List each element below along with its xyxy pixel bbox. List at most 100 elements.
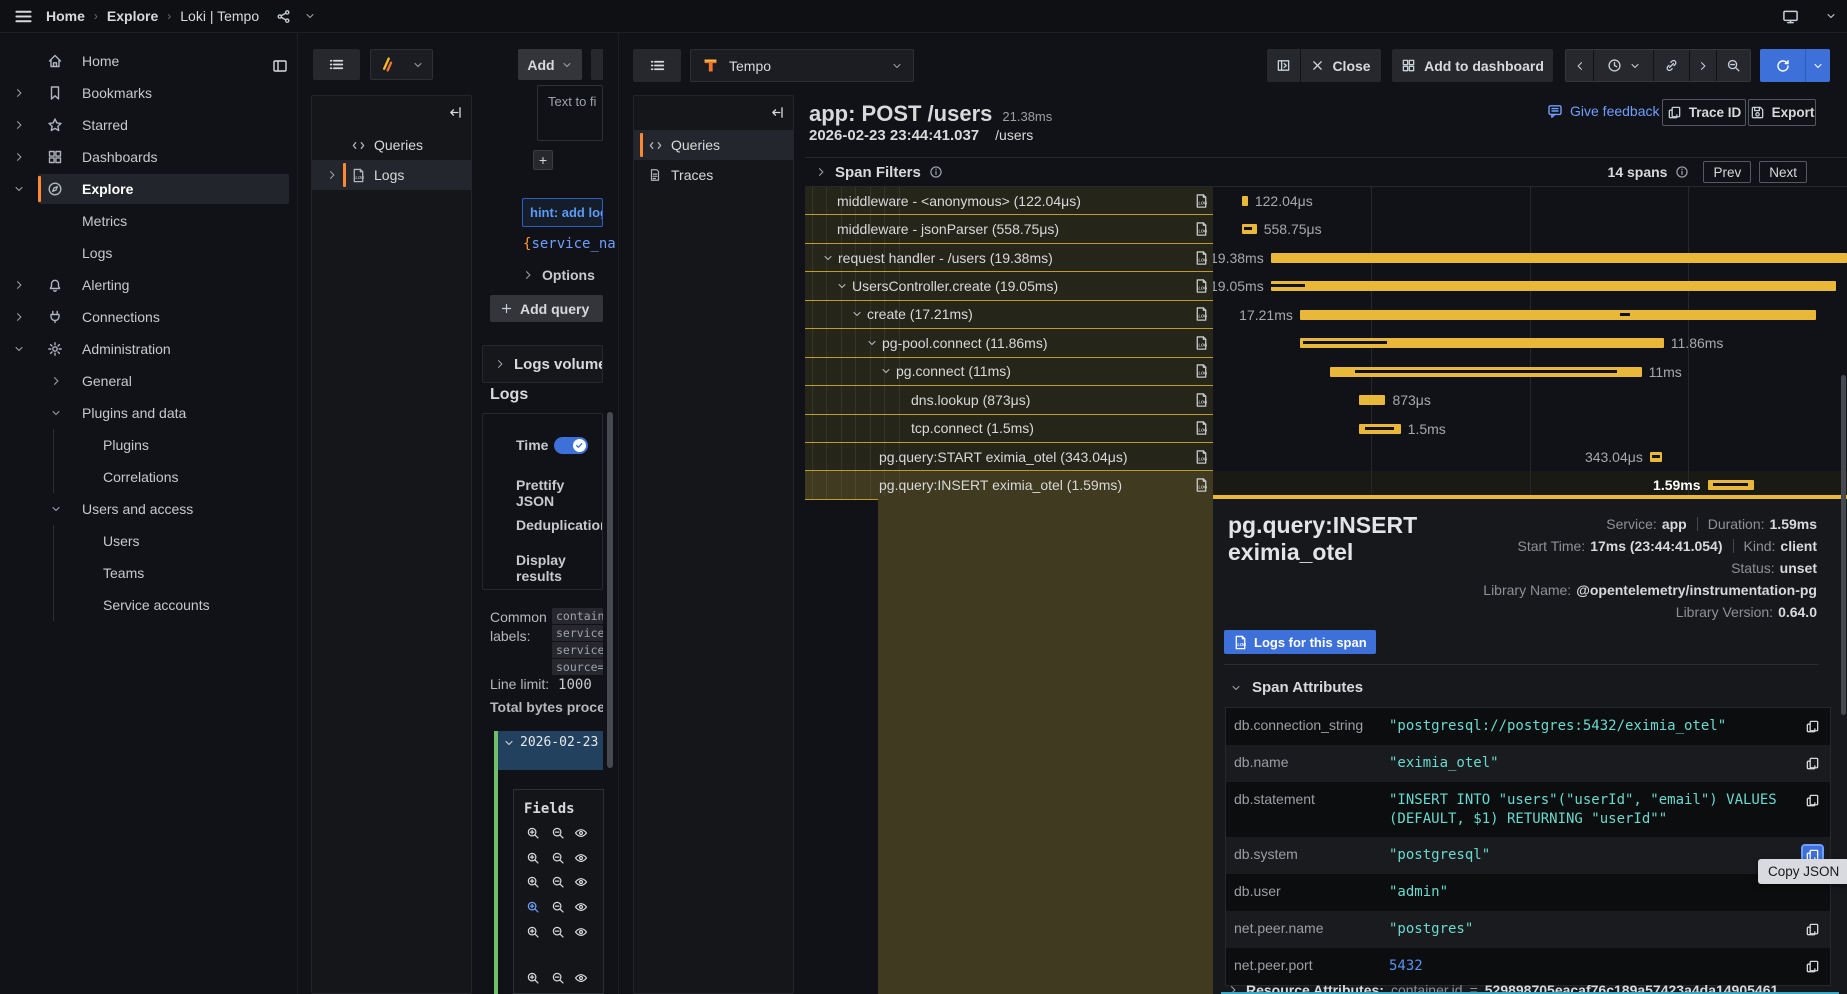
sidebar-item-correlations[interactable]: Correlations	[0, 461, 297, 493]
time-toggle[interactable]	[554, 437, 588, 454]
toggle-visibility-icon[interactable]	[574, 900, 588, 914]
span-logs-icon[interactable]: LOG	[1191, 279, 1209, 294]
loki-query-history-button[interactable]	[313, 49, 360, 80]
filter-for-value-icon[interactable]	[526, 925, 540, 939]
span-duration-bar[interactable]	[1708, 480, 1754, 490]
span-row[interactable]: pg.query:START eximia_otel (343.04μs)LOG…	[805, 443, 1847, 471]
span-duration-bar[interactable]	[1330, 367, 1641, 377]
copy-value-icon[interactable]	[1803, 754, 1822, 773]
sidebar-item-alerting[interactable]: Alerting	[0, 269, 297, 301]
filter-out-value-icon[interactable]	[551, 875, 565, 889]
chevron-down-icon[interactable]	[822, 252, 834, 264]
copy-link-button[interactable]	[1653, 50, 1689, 81]
give-feedback-link[interactable]: Give feedback	[1547, 103, 1660, 119]
breadcrumb-home[interactable]: Home	[46, 8, 85, 24]
span-duration-bar[interactable]	[1300, 310, 1816, 320]
menu-icon[interactable]	[14, 7, 33, 26]
chevron-down-icon[interactable]	[304, 10, 316, 22]
close-split-button[interactable]: ,Close	[1300, 49, 1381, 82]
span-logs-icon[interactable]: LOG	[1191, 193, 1209, 208]
chevron-down-icon[interactable]	[866, 337, 878, 349]
span-duration-bar[interactable]	[1271, 253, 1847, 263]
clipped-toolbar-button[interactable]	[591, 49, 603, 80]
sidebar-item-bookmarks[interactable]: Bookmarks	[0, 77, 297, 109]
widen-pane-button[interactable]	[1267, 49, 1300, 82]
span-row[interactable]: pg.connect (11ms)LOG11ms	[805, 358, 1847, 386]
span-logs-icon[interactable]: LOG	[1191, 449, 1209, 464]
chevron-down-icon[interactable]	[851, 308, 863, 320]
chevron-down-icon[interactable]	[13, 343, 25, 355]
sidebar-item-logs[interactable]: Logs	[0, 237, 297, 269]
span-duration-bar[interactable]	[1359, 424, 1401, 434]
chevron-right-icon[interactable]	[326, 169, 338, 181]
filter-out-value-icon[interactable]	[551, 900, 565, 914]
chevron-right-icon[interactable]	[13, 311, 25, 323]
sidebar-item-users[interactable]: Users	[0, 525, 297, 557]
prev-span-button[interactable]: Prev	[1703, 161, 1751, 183]
run-query-button[interactable]	[1760, 49, 1805, 82]
span-row[interactable]: request handler - /users (19.38ms)LOG19.…	[805, 244, 1847, 272]
span-logs-icon[interactable]: LOG	[1191, 250, 1209, 265]
sidebar-item-connections[interactable]: Connections	[0, 301, 297, 333]
sidebar-item-general[interactable]: General	[0, 365, 297, 397]
pane-nav-queries[interactable]: Queries	[312, 130, 471, 160]
zoom-out-range-button[interactable]	[1716, 50, 1750, 81]
span-logs-icon[interactable]: LOG	[1191, 478, 1209, 493]
toggle-visibility-icon[interactable]	[574, 971, 588, 985]
add-to-dashboard-button[interactable]: Add to dashboard	[1392, 49, 1553, 82]
span-logs-icon[interactable]: LOG	[1191, 392, 1209, 407]
chevron-right-icon[interactable]	[13, 151, 25, 163]
span-row[interactable]: dns.lookup (873μs)LOG873μs	[805, 386, 1847, 414]
chevron-right-icon[interactable]	[13, 87, 25, 99]
span-row[interactable]: middleware - jsonParser (558.75μs)LOG558…	[805, 215, 1847, 243]
share-icon[interactable]	[276, 9, 291, 24]
sidebar-item-plugins-and-data[interactable]: Plugins and data	[0, 397, 297, 429]
export-button[interactable]: Export	[1748, 99, 1816, 126]
trace-scrollbar[interactable]	[1841, 375, 1846, 715]
span-logs-icon[interactable]: LOG	[1191, 222, 1209, 237]
dock-sidebar-icon[interactable]	[272, 58, 288, 74]
filter-out-value-icon[interactable]	[551, 971, 565, 985]
span-duration-bar[interactable]	[1242, 224, 1257, 234]
filter-out-value-icon[interactable]	[551, 925, 565, 939]
breadcrumb-explore[interactable]: Explore	[107, 8, 158, 24]
loki-pane-scrollbar[interactable]	[607, 412, 613, 768]
chevron-down-icon[interactable]	[1825, 10, 1837, 22]
sidebar-item-administration[interactable]: Administration	[0, 333, 297, 365]
sidebar-item-teams[interactable]: Teams	[0, 557, 297, 589]
pane-nav-traces[interactable]: Traces	[634, 160, 793, 190]
query-hint-chip[interactable]: hint: add log	[522, 198, 603, 227]
sidebar-item-metrics[interactable]: Metrics	[0, 205, 297, 237]
pane-nav-queries[interactable]: Queries	[634, 130, 793, 160]
collapse-pane-icon[interactable]	[770, 105, 785, 120]
screen-share-icon[interactable]	[1782, 8, 1799, 25]
span-row[interactable]: pg-pool.connect (11.86ms)LOG11.86ms	[805, 329, 1847, 357]
copy-value-icon[interactable]	[1803, 957, 1822, 976]
filter-for-value-icon[interactable]	[526, 826, 540, 840]
pane-nav-logs[interactable]: LOGLogs	[312, 160, 471, 190]
toggle-visibility-icon[interactable]	[574, 925, 588, 939]
add-query-button[interactable]: Add query	[490, 295, 603, 322]
copy-value-icon[interactable]	[1803, 791, 1822, 810]
text-to-find-input[interactable]: Text to fi	[537, 85, 603, 141]
span-duration-bar[interactable]	[1359, 395, 1386, 405]
chevron-right-icon[interactable]	[13, 279, 25, 291]
sidebar-item-service-accounts[interactable]: Service accounts	[0, 589, 297, 621]
trace-id-button[interactable]: Trace ID	[1662, 99, 1746, 126]
span-logs-icon[interactable]: LOG	[1191, 335, 1209, 350]
move-back-button[interactable]	[1566, 50, 1593, 81]
copy-value-icon[interactable]	[1803, 920, 1822, 939]
span-filters-label[interactable]: Span Filters	[835, 164, 921, 181]
chevron-down-icon[interactable]	[50, 503, 62, 515]
loki-datasource-picker[interactable]	[370, 49, 433, 80]
sidebar-item-plugins[interactable]: Plugins	[0, 429, 297, 461]
sidebar-item-dashboards[interactable]: Dashboards	[0, 141, 297, 173]
span-row[interactable]: create (17.21ms)LOG17.21ms	[805, 301, 1847, 329]
query-options-toggle[interactable]: Options	[522, 262, 603, 288]
chevron-right-icon[interactable]	[815, 166, 827, 178]
toggle-visibility-icon[interactable]	[574, 851, 588, 865]
copy-value-icon[interactable]	[1803, 717, 1822, 736]
span-row[interactable]: tcp.connect (1.5ms)LOG1.5ms	[805, 415, 1847, 443]
chevron-right-icon[interactable]	[50, 375, 62, 387]
filter-for-value-icon[interactable]	[526, 971, 540, 985]
